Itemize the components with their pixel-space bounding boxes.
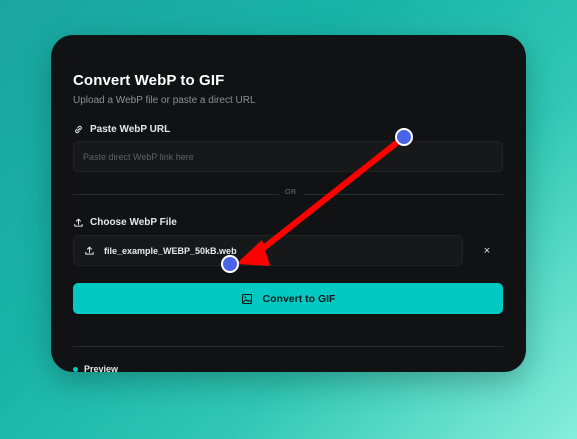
- upload-icon: [85, 246, 94, 255]
- file-label-text: Choose WebP File: [90, 217, 177, 228]
- selected-file-name: file_example_WEBP_50kB.web: [104, 245, 237, 256]
- or-separator-text: OR: [279, 189, 303, 196]
- preview-heading: Preview: [73, 364, 118, 372]
- preview-label: Preview: [84, 364, 119, 372]
- link-icon: [75, 125, 82, 134]
- section-divider: [73, 346, 503, 347]
- clear-file-button[interactable]: ×: [479, 243, 495, 259]
- converter-card: Convert WebP to GIF Upload a WebP file o…: [51, 35, 526, 372]
- preview-dot-icon: [73, 366, 78, 372]
- convert-to-gif-button[interactable]: Convert to GIF: [73, 283, 503, 314]
- page-title: Convert WebP to GIF: [73, 72, 225, 89]
- page-subtitle: Upload a WebP file or paste a direct URL: [73, 95, 256, 106]
- convert-button-label: Convert to GIF: [262, 292, 336, 305]
- webp-url-input[interactable]: [73, 141, 503, 172]
- url-label: Paste WebP URL: [73, 124, 170, 135]
- file-label: Choose WebP File: [73, 217, 177, 228]
- url-label-text: Paste WebP URL: [90, 124, 171, 135]
- file-picker[interactable]: file_example_WEBP_50kB.web: [73, 235, 463, 266]
- upload-icon: [74, 218, 83, 227]
- image-icon: [241, 293, 252, 304]
